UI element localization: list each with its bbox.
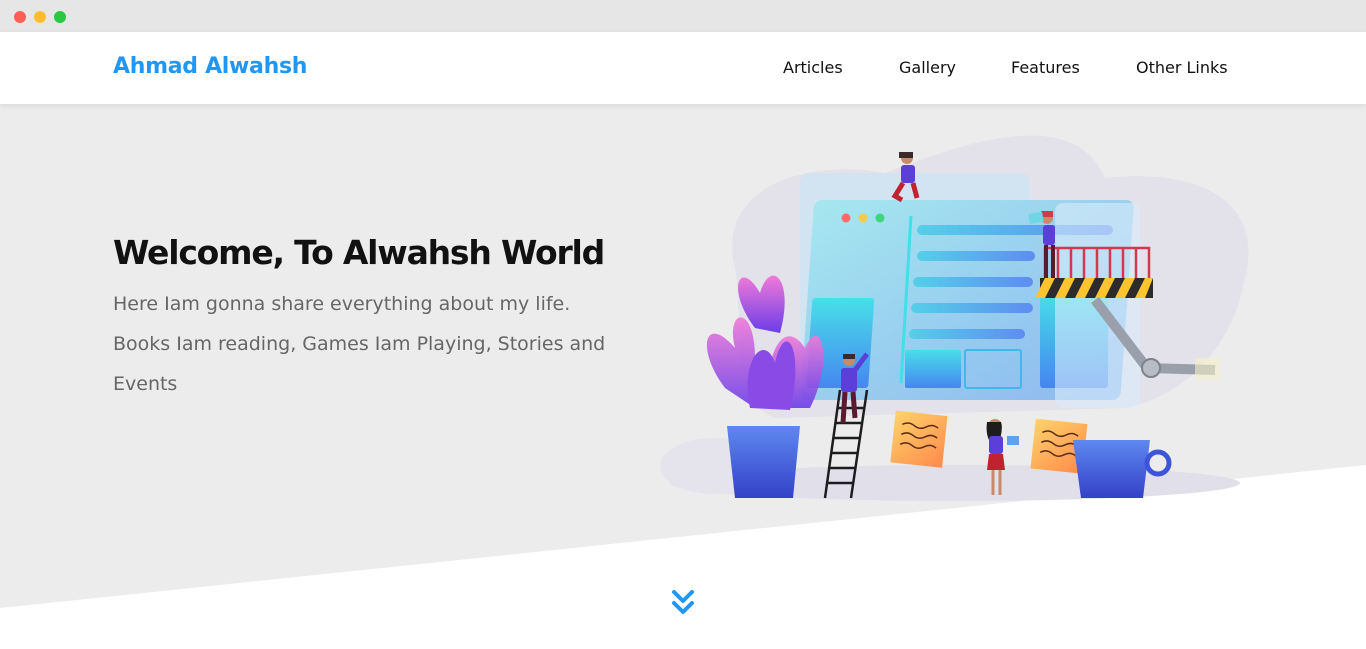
nav-link-gallery[interactable]: Gallery (899, 58, 956, 77)
hero-description: Here Iam gonna share everything about my… (113, 293, 606, 395)
nav-link-other-links[interactable]: Other Links (1136, 58, 1228, 77)
browser-window-bar (0, 0, 1366, 32)
maximize-window-icon[interactable] (54, 11, 66, 23)
nav-link-features[interactable]: Features (1011, 58, 1080, 77)
close-window-icon[interactable] (14, 11, 26, 23)
minimize-window-icon[interactable] (34, 11, 46, 23)
nav-link-articles[interactable]: Articles (783, 58, 843, 77)
site-logo[interactable]: Ahmad Alwahsh (113, 54, 307, 79)
double-chevron-down-icon[interactable] (668, 586, 698, 620)
site-header: Ahmad Alwahsh Articles Gallery Features … (0, 32, 1366, 104)
hero-title: Welcome, To Alwahsh World (113, 233, 605, 272)
landing-page-illustration (660, 135, 1249, 501)
